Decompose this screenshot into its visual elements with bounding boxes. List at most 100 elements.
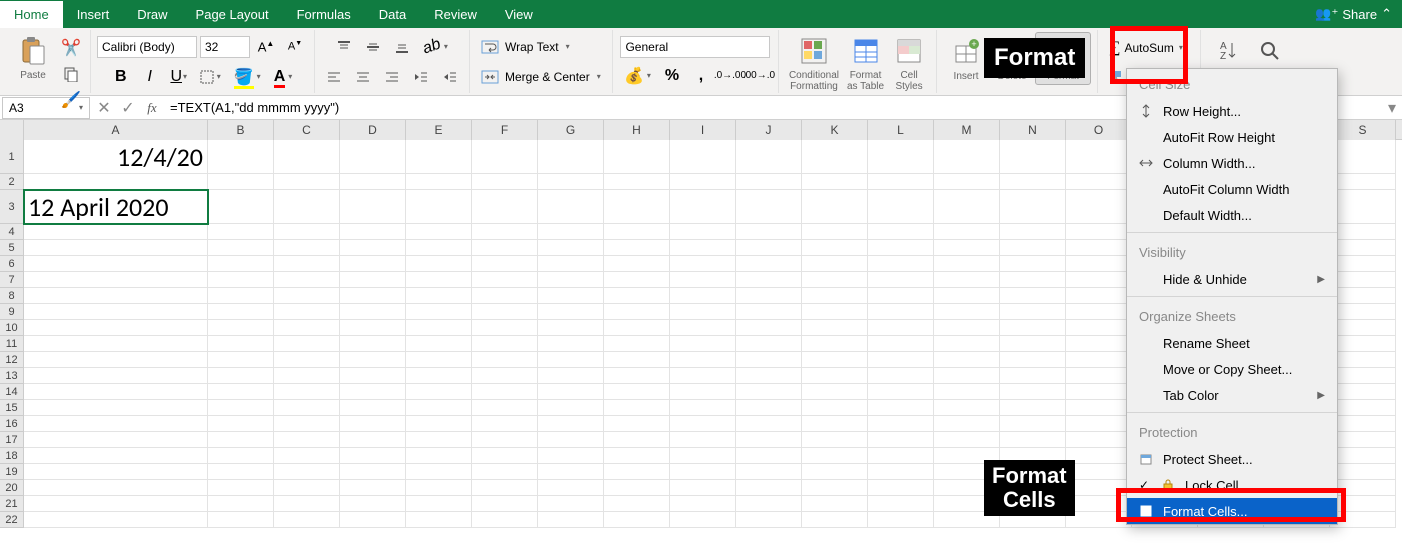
cell[interactable] — [934, 384, 1000, 400]
cell[interactable] — [736, 384, 802, 400]
cell[interactable] — [1066, 496, 1132, 512]
cell[interactable] — [934, 352, 1000, 368]
cell[interactable] — [208, 256, 274, 272]
cell[interactable] — [538, 320, 604, 336]
row-header[interactable]: 20 — [0, 480, 24, 496]
cell[interactable] — [868, 140, 934, 174]
cell[interactable] — [472, 320, 538, 336]
cell[interactable]: 12 April 2020 — [24, 190, 208, 224]
cell[interactable] — [1330, 336, 1396, 352]
cell[interactable] — [604, 512, 670, 528]
cell[interactable] — [670, 496, 736, 512]
cell[interactable] — [538, 224, 604, 240]
wrap-text-button[interactable]: Wrap Text▾ — [476, 35, 596, 59]
cell[interactable] — [1330, 190, 1396, 224]
column-header[interactable]: K — [802, 120, 868, 140]
cell[interactable] — [670, 384, 736, 400]
cell[interactable] — [274, 368, 340, 384]
cell[interactable] — [1000, 352, 1066, 368]
cell[interactable] — [208, 272, 274, 288]
cell[interactable] — [406, 432, 472, 448]
cell[interactable] — [1000, 256, 1066, 272]
cell[interactable] — [1330, 304, 1396, 320]
cell[interactable] — [340, 256, 406, 272]
cell[interactable] — [1000, 400, 1066, 416]
cell[interactable] — [604, 400, 670, 416]
align-center-button[interactable] — [350, 65, 376, 89]
cell[interactable] — [24, 400, 208, 416]
cell[interactable] — [274, 320, 340, 336]
row-header[interactable]: 22 — [0, 512, 24, 528]
cell[interactable] — [802, 480, 868, 496]
number-format-select[interactable] — [620, 36, 770, 58]
cell[interactable] — [802, 240, 868, 256]
increase-font-button[interactable]: A▲ — [253, 35, 279, 59]
menu-format-cells[interactable]: Format Cells... — [1127, 498, 1337, 524]
cell[interactable] — [1330, 448, 1396, 464]
cell[interactable] — [670, 320, 736, 336]
cell[interactable] — [802, 256, 868, 272]
format-as-table-button[interactable]: Format as Table — [843, 32, 888, 94]
tab-page-layout[interactable]: Page Layout — [182, 1, 283, 28]
cell[interactable] — [604, 224, 670, 240]
tab-formulas[interactable]: Formulas — [283, 1, 365, 28]
align-top-button[interactable] — [331, 35, 357, 59]
row-header[interactable]: 4 — [0, 224, 24, 240]
cell[interactable] — [406, 448, 472, 464]
cell[interactable] — [868, 352, 934, 368]
cell[interactable] — [802, 416, 868, 432]
decrease-decimal-button[interactable]: .00→.0 — [746, 64, 772, 88]
cell[interactable] — [604, 304, 670, 320]
cell[interactable] — [274, 272, 340, 288]
cell[interactable] — [802, 448, 868, 464]
cell[interactable] — [736, 304, 802, 320]
cell[interactable] — [538, 416, 604, 432]
row-header[interactable]: 6 — [0, 256, 24, 272]
cell[interactable] — [472, 368, 538, 384]
cell[interactable] — [406, 384, 472, 400]
cell[interactable] — [604, 320, 670, 336]
cell[interactable] — [736, 512, 802, 528]
cell[interactable] — [24, 480, 208, 496]
cell[interactable] — [1330, 512, 1396, 528]
row-header[interactable]: 16 — [0, 416, 24, 432]
cell[interactable] — [670, 400, 736, 416]
cell[interactable] — [538, 336, 604, 352]
cell[interactable] — [340, 140, 406, 174]
cell[interactable] — [604, 140, 670, 174]
cell[interactable] — [406, 224, 472, 240]
cell[interactable] — [340, 400, 406, 416]
cell[interactable] — [1330, 140, 1396, 174]
column-header[interactable]: A — [24, 120, 208, 140]
cell[interactable] — [538, 512, 604, 528]
cell[interactable] — [1330, 368, 1396, 384]
cell[interactable] — [340, 320, 406, 336]
cell[interactable] — [340, 480, 406, 496]
cell[interactable] — [604, 256, 670, 272]
column-header[interactable]: E — [406, 120, 472, 140]
cell[interactable]: 12/4/20 — [24, 140, 208, 174]
italic-button[interactable]: I — [137, 65, 163, 89]
cell[interactable] — [1330, 240, 1396, 256]
tab-data[interactable]: Data — [365, 1, 420, 28]
cell[interactable] — [208, 174, 274, 190]
cell[interactable] — [274, 416, 340, 432]
cell[interactable] — [934, 190, 1000, 224]
cell[interactable] — [1066, 448, 1132, 464]
cell[interactable] — [934, 432, 1000, 448]
cell[interactable] — [274, 432, 340, 448]
cell[interactable] — [24, 272, 208, 288]
cell[interactable] — [1000, 288, 1066, 304]
cell[interactable] — [736, 174, 802, 190]
cell[interactable] — [868, 384, 934, 400]
menu-autofit-row[interactable]: AutoFit Row Height — [1127, 124, 1337, 150]
cell[interactable] — [406, 336, 472, 352]
cell[interactable] — [1330, 400, 1396, 416]
cell[interactable] — [340, 464, 406, 480]
column-header[interactable]: I — [670, 120, 736, 140]
cell[interactable] — [340, 512, 406, 528]
fx-button[interactable]: fx — [140, 97, 164, 119]
tab-insert[interactable]: Insert — [63, 1, 124, 28]
cell[interactable] — [1330, 256, 1396, 272]
cell[interactable] — [802, 320, 868, 336]
